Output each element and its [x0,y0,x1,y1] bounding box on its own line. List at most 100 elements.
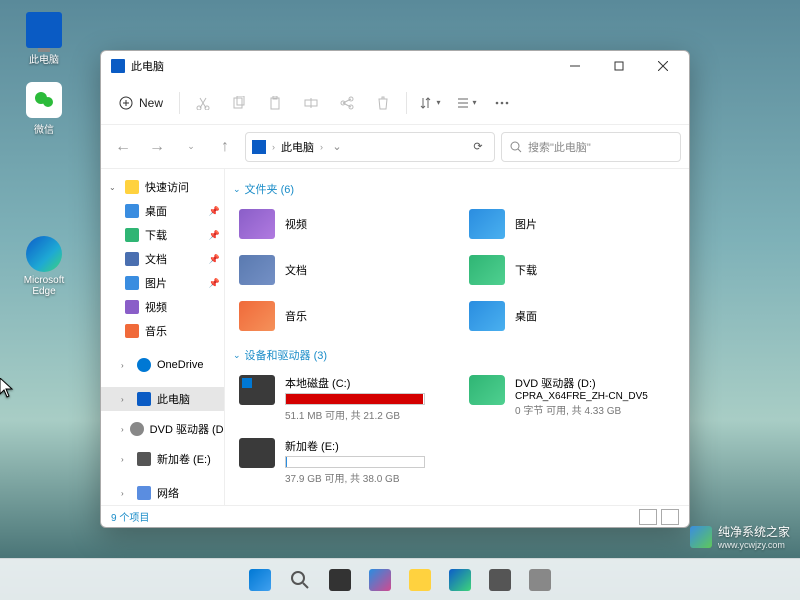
pin-icon: 📌 [209,254,220,265]
folder-music[interactable]: 音乐 [235,297,449,335]
watermark-logo-icon [690,526,712,548]
sidebar-quick-access[interactable]: ⌄快速访问 [101,175,224,199]
minimize-button[interactable] [553,52,597,80]
section-folders-header[interactable]: ⌄文件夹 (6) [233,181,679,197]
folder-desktop[interactable]: 桌面 [465,297,679,335]
drive-icon [239,375,275,405]
copy-button[interactable] [222,88,256,118]
desktop-icon-edge[interactable]: Microsoft Edge [12,236,76,297]
search-icon [290,570,310,590]
gear-icon [529,569,551,591]
folder-pictures[interactable]: 图片 [465,205,679,243]
video-icon [125,300,139,314]
folder-videos[interactable]: 视频 [235,205,449,243]
explorer-window: 此电脑 New ▾ ▾ ← → ⌄ ↑ › 此电脑 › [100,50,690,528]
desktop-icon [125,204,139,218]
sidebar-network[interactable]: ›网络 [101,481,224,505]
forward-button[interactable]: → [143,133,171,161]
more-button[interactable] [485,88,519,118]
sidebar-pictures[interactable]: 图片📌 [101,271,224,295]
folder-icon [469,301,505,331]
document-icon [125,252,139,266]
store-icon [489,569,511,591]
search-input[interactable]: 搜索"此电脑" [501,132,681,162]
music-icon [125,324,139,338]
taskbar-edge[interactable] [442,562,478,598]
up-button[interactable]: ↑ [211,133,239,161]
sidebar-videos[interactable]: 视频 [101,295,224,319]
picture-icon [125,276,139,290]
content-pane: ⌄文件夹 (6) 视频图片文档下载音乐桌面 ⌄设备和驱动器 (3) 本地磁盘 (… [225,169,689,505]
rename-button[interactable] [294,88,328,118]
close-button[interactable] [641,52,685,80]
star-icon [125,180,139,194]
folder-icon [239,255,275,285]
folder-icon [239,209,275,239]
taskbar-search[interactable] [282,562,318,598]
edge-icon [449,569,471,591]
this-pc-icon [26,12,62,48]
desktop-icon-wechat[interactable]: 微信 [12,82,76,136]
breadcrumb[interactable]: › 此电脑 › ⌄ ⟳ [245,132,495,162]
folder-icon [239,301,275,331]
pin-icon: 📌 [209,206,220,217]
new-button[interactable]: New [109,90,173,116]
refresh-button[interactable]: ⟳ [468,140,488,153]
onedrive-icon [137,358,151,372]
sidebar-desktop[interactable]: 桌面📌 [101,199,224,223]
address-bar: ← → ⌄ ↑ › 此电脑 › ⌄ ⟳ 搜索"此电脑" [101,125,689,169]
sidebar-volume-e[interactable]: ›新加卷 (E:) [101,447,224,471]
download-icon [125,228,139,242]
pin-icon: 📌 [209,278,220,289]
drive-d[interactable]: DVD 驱动器 (D:)CPRA_X64FRE_ZH-CN_DV50 字节 可用… [465,371,679,426]
drive-icon [137,452,151,466]
share-button[interactable] [330,88,364,118]
sidebar-this-pc[interactable]: ›此电脑 [101,387,224,411]
sort-button[interactable]: ▾ [413,88,447,118]
drive-e[interactable]: 新加卷 (E:)37.9 GB 可用, 共 38.0 GB [235,434,449,489]
window-controls [553,52,685,80]
icons-view-button[interactable] [661,509,679,525]
network-icon [137,486,151,500]
breadcrumb-label[interactable]: 此电脑 [281,139,314,155]
sidebar-dvd[interactable]: ›DVD 驱动器 (D:) [101,417,224,441]
folder-documents[interactable]: 文档 [235,251,449,289]
details-view-button[interactable] [639,509,657,525]
start-button[interactable] [242,562,278,598]
sidebar-downloads[interactable]: 下载📌 [101,223,224,247]
sidebar-onedrive[interactable]: ›OneDrive [101,353,224,377]
back-button[interactable]: ← [109,133,137,161]
taskbar-store[interactable] [482,562,518,598]
taskbar-widgets[interactable] [362,562,398,598]
taskbar-taskview[interactable] [322,562,358,598]
taskbar [0,558,800,600]
edge-icon [26,236,62,272]
cut-button[interactable] [186,88,220,118]
status-bar: 9 个项目 [101,505,689,527]
search-icon [510,141,522,153]
view-button[interactable]: ▾ [449,88,483,118]
drive-c[interactable]: 本地磁盘 (C:)51.1 MB 可用, 共 21.2 GB [235,371,449,426]
desktop-icon-this-pc[interactable]: 此电脑 [12,12,76,66]
folder-downloads[interactable]: 下载 [465,251,679,289]
sidebar-music[interactable]: 音乐 [101,319,224,343]
paste-button[interactable] [258,88,292,118]
window-icon [111,59,125,73]
taskbar-explorer[interactable] [402,562,438,598]
taskview-icon [329,569,351,591]
titlebar[interactable]: 此电脑 [101,51,689,81]
this-pc-small-icon [252,140,266,154]
delete-button[interactable] [366,88,400,118]
taskbar-settings[interactable] [522,562,558,598]
capacity-bar [285,393,425,405]
cursor-icon [0,378,14,398]
sidebar-documents[interactable]: 文档📌 [101,247,224,271]
section-drives-header[interactable]: ⌄设备和驱动器 (3) [233,347,679,363]
breadcrumb-dropdown[interactable]: ⌄ [329,140,345,153]
wechat-icon [26,82,62,118]
drive-icon [239,438,275,468]
recent-dropdown[interactable]: ⌄ [177,133,205,161]
maximize-button[interactable] [597,52,641,80]
toolbar: New ▾ ▾ [101,81,689,125]
drive-icon [469,375,505,405]
